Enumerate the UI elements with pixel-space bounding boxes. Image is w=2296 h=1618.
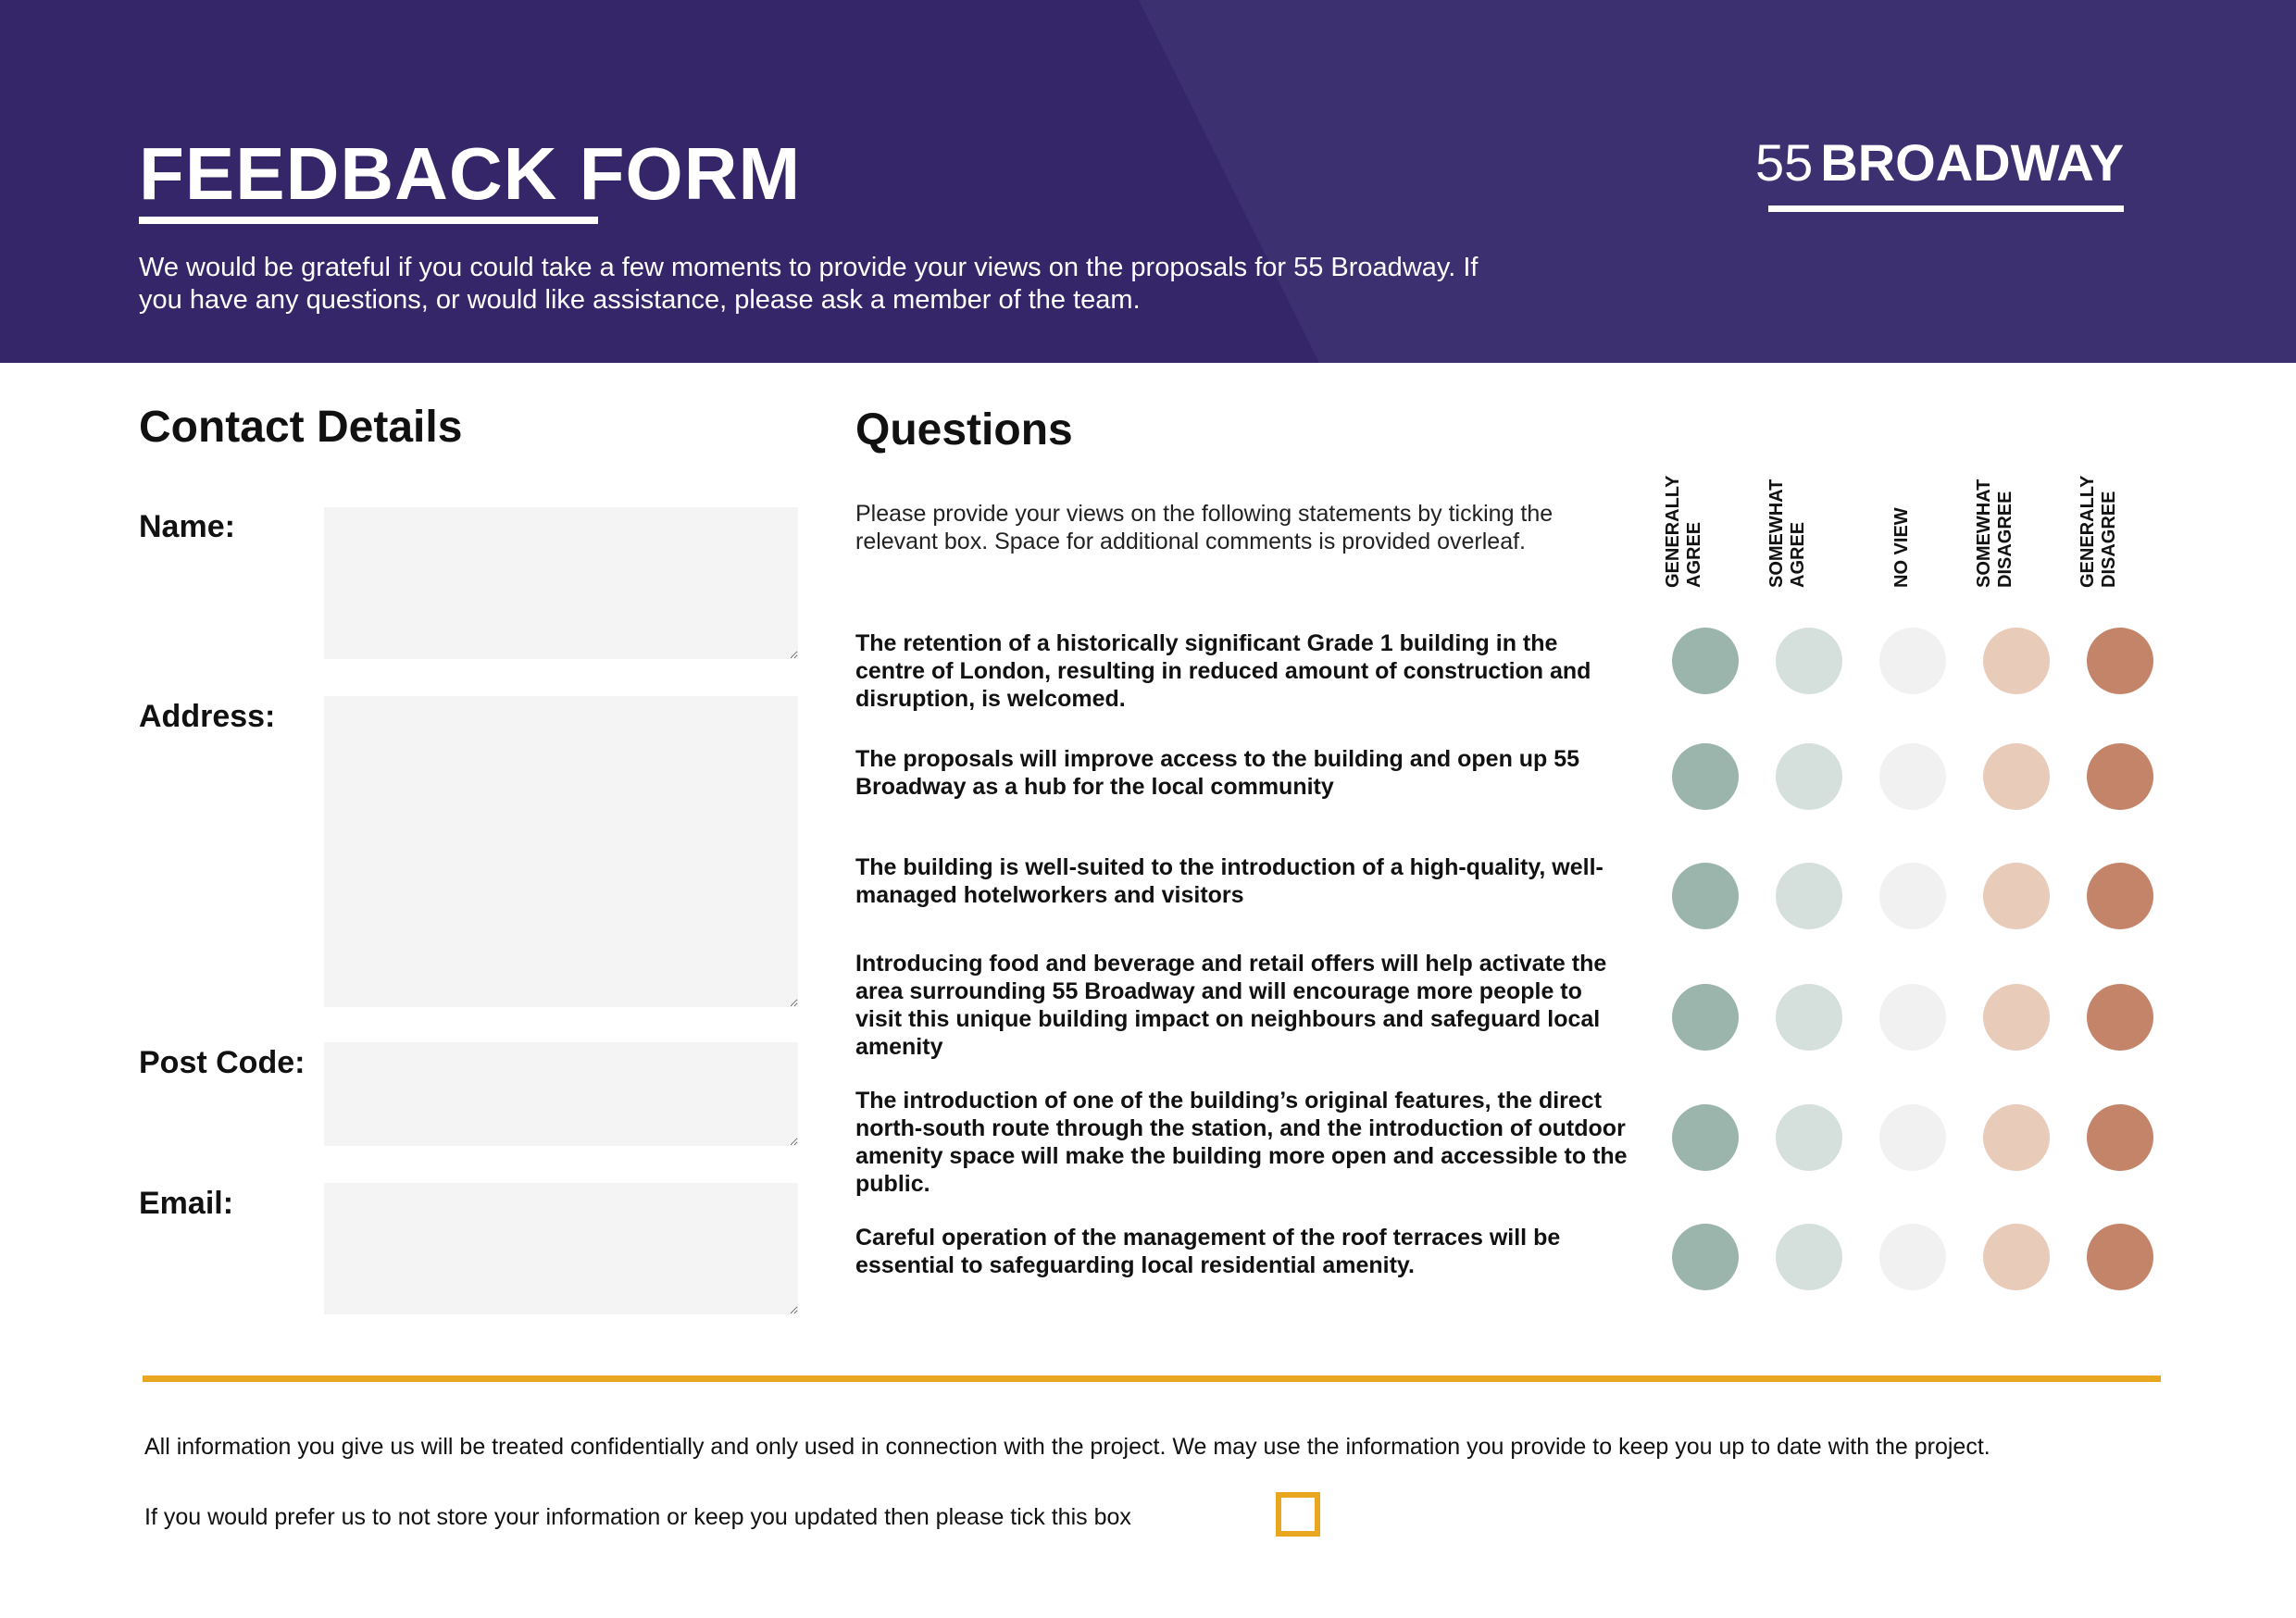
rating-option-q3-4[interactable]: [1983, 863, 2050, 929]
address-field[interactable]: [324, 696, 798, 1007]
page-title: FEEDBACK FORM: [139, 132, 802, 215]
rating-option-q4-1[interactable]: [1672, 984, 1739, 1051]
header-intro-text: We would be grateful if you could take a…: [139, 253, 1479, 315]
optout-checkbox[interactable]: [1276, 1492, 1320, 1537]
postcode-label: Post Code:: [139, 1045, 306, 1080]
rating-option-q2-2[interactable]: [1776, 743, 1842, 810]
optout-text: If you would prefer us to not store your…: [144, 1504, 1131, 1530]
scale-label-5: GENERALLY DISAGREE: [2065, 467, 2176, 588]
rating-option-q2-3[interactable]: [1879, 743, 1946, 810]
address-label: Address:: [139, 699, 276, 734]
logo-underline: [1768, 205, 2124, 212]
scale-label-1: GENERALLY AGREE: [1650, 467, 1761, 588]
rating-option-q4-3[interactable]: [1879, 984, 1946, 1051]
rating-option-q1-1[interactable]: [1672, 628, 1739, 694]
brand-logo: 55 BROADWAY: [1755, 137, 2124, 189]
rating-option-q1-3[interactable]: [1879, 628, 1946, 694]
name-field[interactable]: [324, 507, 798, 659]
rating-option-q3-2[interactable]: [1776, 863, 1842, 929]
header-banner: FEEDBACK FORM We would be grateful if yo…: [0, 0, 2296, 363]
scale-label-4: SOMEWHAT DISAGREE: [1961, 467, 2072, 588]
scale-label-text: NO VIEW: [1891, 507, 1912, 588]
rating-option-q6-3[interactable]: [1879, 1224, 1946, 1290]
scale-label-text: SOMEWHAT AGREE: [1766, 479, 1808, 588]
postcode-field[interactable]: [324, 1042, 798, 1146]
privacy-notice: All information you give us will be trea…: [144, 1434, 1990, 1460]
rating-option-q2-1[interactable]: [1672, 743, 1739, 810]
question-statement-4: Introducing food and beverage and retail…: [855, 951, 1607, 1060]
footer-divider: [143, 1375, 2161, 1382]
question-statement-5: The introduction of one of the building’…: [855, 1088, 1628, 1197]
scale-label-text: GENERALLY DISAGREE: [2078, 475, 2119, 588]
rating-option-q5-4[interactable]: [1983, 1104, 2050, 1171]
rating-option-q1-5[interactable]: [2087, 628, 2153, 694]
rating-option-q5-3[interactable]: [1879, 1104, 1946, 1171]
scale-label-3: NO VIEW: [1857, 467, 1968, 588]
questions-heading: Questions: [855, 405, 1073, 454]
rating-option-q3-3[interactable]: [1879, 863, 1946, 929]
logo-number: 55: [1755, 133, 1814, 192]
scale-label-2: SOMEWHAT AGREE: [1753, 467, 1865, 588]
questions-intro: Please provide your views on the followi…: [855, 501, 1554, 554]
contact-details-heading: Contact Details: [139, 403, 463, 452]
rating-option-q4-5[interactable]: [2087, 984, 2153, 1051]
email-label: Email:: [139, 1186, 234, 1221]
rating-option-q6-5[interactable]: [2087, 1224, 2153, 1290]
email-field[interactable]: [324, 1183, 798, 1314]
logo-text: BROADWAY: [1820, 133, 2125, 192]
name-label: Name:: [139, 509, 235, 544]
rating-option-q6-2[interactable]: [1776, 1224, 1842, 1290]
rating-option-q2-5[interactable]: [2087, 743, 2153, 810]
question-statement-2: The proposals will improve access to the…: [855, 746, 1580, 800]
rating-option-q5-1[interactable]: [1672, 1104, 1739, 1171]
rating-option-q4-2[interactable]: [1776, 984, 1842, 1051]
rating-option-q1-2[interactable]: [1776, 628, 1842, 694]
question-statement-1: The retention of a historically signific…: [855, 630, 1591, 712]
rating-option-q2-4[interactable]: [1983, 743, 2050, 810]
question-statement-6: Careful operation of the management of t…: [855, 1225, 1561, 1278]
rating-option-q5-5[interactable]: [2087, 1104, 2153, 1171]
rating-option-q6-1[interactable]: [1672, 1224, 1739, 1290]
rating-option-q3-5[interactable]: [2087, 863, 2153, 929]
question-statement-3: The building is well-suited to the intro…: [855, 854, 1603, 908]
rating-option-q1-4[interactable]: [1983, 628, 2050, 694]
rating-option-q3-1[interactable]: [1672, 863, 1739, 929]
rating-option-q6-4[interactable]: [1983, 1224, 2050, 1290]
scale-label-text: SOMEWHAT DISAGREE: [1974, 479, 2015, 588]
scale-label-text: GENERALLY AGREE: [1663, 475, 1704, 588]
rating-option-q5-2[interactable]: [1776, 1104, 1842, 1171]
rating-option-q4-4[interactable]: [1983, 984, 2050, 1051]
title-underline: [139, 217, 598, 224]
